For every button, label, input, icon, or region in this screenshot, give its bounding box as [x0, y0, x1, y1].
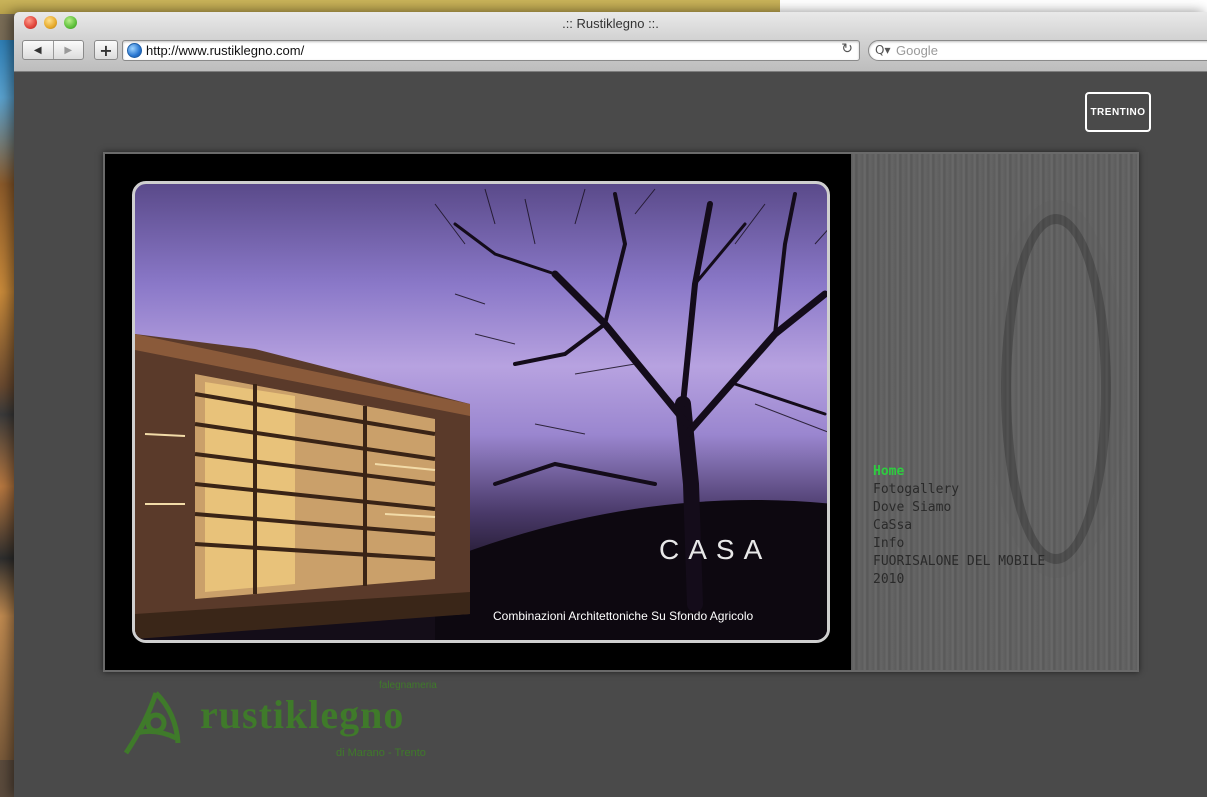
- rustiklegno-logo[interactable]: falegnameria rustiklegno di Marano - Tre…: [104, 679, 464, 769]
- search-placeholder[interactable]: Google: [896, 43, 938, 58]
- search-icon[interactable]: Q▾: [875, 43, 890, 57]
- menu-item-fuorisalone[interactable]: FUORISALONE DEL MOBILE: [873, 553, 1045, 571]
- footer-tagline-top: falegnameria: [379, 680, 437, 691]
- hero-photo: CASA Combinazioni Architettoniche Su Sfo…: [132, 181, 830, 643]
- menu-item-fotogallery[interactable]: Fotogallery: [873, 481, 1045, 499]
- footer-brand-name: rustiklegno: [200, 692, 405, 737]
- history-nav: ◀ ▶: [22, 40, 84, 60]
- leaf-logo-icon: [123, 691, 181, 755]
- footer-tagline-bottom: di Marano - Trento: [336, 747, 426, 759]
- hero-illustration: [135, 188, 827, 640]
- url-text[interactable]: http://www.rustiklegno.com/: [146, 43, 304, 58]
- menu-item-cassa[interactable]: CaSsa: [873, 517, 1045, 535]
- globe-icon: [127, 43, 142, 58]
- menu-item-home[interactable]: Home: [873, 463, 1045, 481]
- wood-texture-panel: [851, 154, 1137, 670]
- address-bar[interactable]: http://www.rustiklegno.com/ ↻: [122, 40, 860, 61]
- background-window-edge: [0, 40, 14, 760]
- main-panel: CASA Combinazioni Architettoniche Su Sfo…: [103, 152, 1139, 672]
- menu-item-2010[interactable]: 2010: [873, 571, 1045, 589]
- search-field[interactable]: Q▾ Google: [868, 40, 1207, 61]
- add-bookmark-button[interactable]: +: [94, 40, 118, 60]
- reload-icon[interactable]: ↻: [841, 41, 853, 57]
- casa-subtitle: Combinazioni Architettoniche Su Sfondo A…: [493, 609, 754, 623]
- casa-logo: CASA: [659, 534, 772, 565]
- site-menu: Home Fotogallery Dove Siamo CaSsa Info F…: [873, 463, 1045, 589]
- browser-window: .:: Rustiklegno ::. ◀ ▶ + http://www.rus…: [14, 12, 1207, 797]
- browser-titlebar: .:: Rustiklegno ::. ◀ ▶ + http://www.rus…: [14, 12, 1207, 72]
- trentino-badge[interactable]: TRENTINO: [1085, 92, 1151, 132]
- menu-item-dove-siamo[interactable]: Dove Siamo: [873, 499, 1045, 517]
- menu-item-info[interactable]: Info: [873, 535, 1045, 553]
- window-title: .:: Rustiklegno ::.: [562, 16, 659, 31]
- trentino-badge-label: TRENTINO: [1090, 106, 1146, 118]
- forward-arrow-icon[interactable]: ▶: [52, 41, 84, 59]
- page-content: TRENTINO CASA Combinazioni Architettonic…: [14, 73, 1207, 797]
- back-arrow-icon[interactable]: ◀: [23, 41, 53, 59]
